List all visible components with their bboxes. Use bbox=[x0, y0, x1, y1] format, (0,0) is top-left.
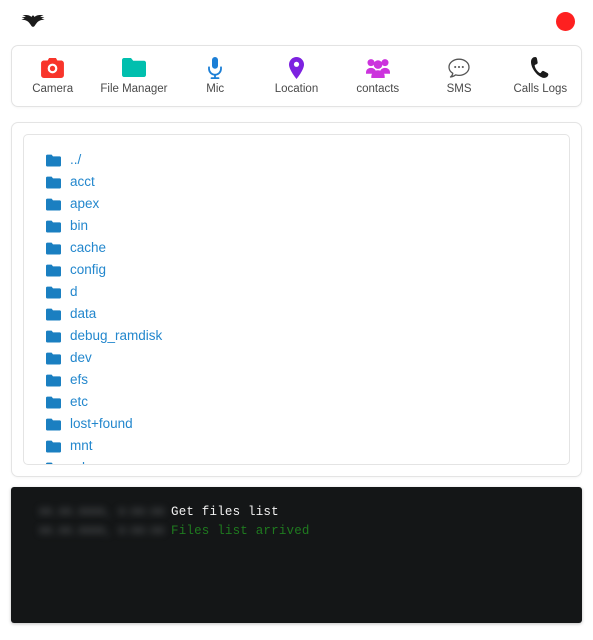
feature-nav-bar: Camera File Manager Mic Location contact… bbox=[11, 45, 582, 107]
nav-item-camera[interactable]: Camera bbox=[12, 46, 93, 106]
file-name: cache bbox=[70, 240, 107, 256]
map-pin-icon bbox=[288, 56, 304, 79]
bat-logo-icon bbox=[21, 15, 45, 27]
file-name: mnt bbox=[70, 438, 93, 454]
nav-label-contacts: contacts bbox=[356, 82, 400, 95]
folder-icon bbox=[46, 396, 61, 408]
folder-icon bbox=[46, 418, 61, 430]
folder-icon bbox=[46, 308, 61, 320]
folder-icon bbox=[46, 220, 61, 232]
folder-icon bbox=[46, 242, 61, 254]
folder-icon bbox=[46, 330, 61, 342]
nav-label-mic: Mic bbox=[206, 82, 225, 95]
file-name: debug_ramdisk bbox=[70, 328, 163, 344]
list-item[interactable]: odm bbox=[24, 457, 569, 464]
folder-icon bbox=[121, 57, 146, 79]
list-item[interactable]: efs bbox=[24, 369, 569, 391]
console-line: 00.00.0000, 0:00:00 Files list arrived bbox=[11, 524, 582, 543]
folder-icon bbox=[46, 286, 61, 298]
file-name: odm bbox=[70, 461, 96, 464]
console-log-panel[interactable]: 00.00.0000, 0:00:00 Get files list 00.00… bbox=[11, 487, 582, 623]
nav-label-camera: Camera bbox=[32, 82, 74, 95]
file-manager-card: ../ acct apex bin cache config d data de… bbox=[11, 122, 582, 477]
list-item[interactable]: config bbox=[24, 259, 569, 281]
list-item[interactable]: data bbox=[24, 303, 569, 325]
file-name: config bbox=[70, 262, 107, 278]
console-line: 00.00.0000, 0:00:00 Get files list bbox=[11, 505, 582, 524]
list-item[interactable]: etc bbox=[24, 391, 569, 413]
console-message: Files list arrived bbox=[171, 524, 310, 538]
file-name: data bbox=[70, 306, 97, 322]
list-item[interactable]: ../ bbox=[24, 149, 569, 171]
file-name: ../ bbox=[70, 152, 82, 168]
list-item[interactable]: cache bbox=[24, 237, 569, 259]
list-item[interactable]: debug_ramdisk bbox=[24, 325, 569, 347]
console-message: Get files list bbox=[171, 505, 279, 519]
list-item[interactable]: bin bbox=[24, 215, 569, 237]
folder-icon bbox=[46, 440, 61, 452]
folder-icon bbox=[46, 374, 61, 386]
console-timestamp: 00.00.0000, 0:00:00 bbox=[39, 507, 165, 519]
file-name: acct bbox=[70, 174, 95, 190]
file-name: lost+found bbox=[70, 416, 133, 432]
folder-icon bbox=[46, 198, 61, 210]
list-item[interactable]: dev bbox=[24, 347, 569, 369]
nav-label-location: Location bbox=[274, 82, 319, 95]
nav-item-file-manager[interactable]: File Manager bbox=[93, 46, 174, 106]
nav-label-sms: SMS bbox=[446, 82, 472, 95]
file-name: bin bbox=[70, 218, 89, 234]
list-item[interactable]: lost+found bbox=[24, 413, 569, 435]
file-name: apex bbox=[70, 196, 100, 212]
list-item[interactable]: mnt bbox=[24, 435, 569, 457]
nav-label-file-manager: File Manager bbox=[100, 82, 168, 95]
folder-icon bbox=[46, 462, 61, 464]
file-name: etc bbox=[70, 394, 89, 410]
phone-icon bbox=[531, 57, 549, 79]
contacts-icon bbox=[365, 57, 390, 79]
folder-icon bbox=[46, 352, 61, 364]
file-name: d bbox=[70, 284, 78, 300]
microphone-icon bbox=[208, 56, 223, 79]
folder-icon bbox=[46, 176, 61, 188]
sms-bubble-icon bbox=[448, 57, 470, 79]
top-bar bbox=[0, 0, 593, 42]
file-name: dev bbox=[70, 350, 92, 366]
record-dot-icon[interactable] bbox=[556, 11, 575, 31]
file-list-scroll-area[interactable]: ../ acct apex bin cache config d data de… bbox=[23, 134, 570, 465]
nav-item-location[interactable]: Location bbox=[256, 46, 337, 106]
folder-icon bbox=[46, 264, 61, 276]
brand-logo bbox=[18, 12, 48, 30]
camera-icon bbox=[41, 57, 65, 79]
nav-item-calls-logs[interactable]: Calls Logs bbox=[500, 46, 581, 106]
folder-icon bbox=[46, 154, 61, 166]
nav-item-sms[interactable]: SMS bbox=[418, 46, 499, 106]
nav-item-mic[interactable]: Mic bbox=[175, 46, 256, 106]
list-item[interactable]: acct bbox=[24, 171, 569, 193]
nav-label-calls-logs: Calls Logs bbox=[513, 82, 568, 95]
file-name: efs bbox=[70, 372, 89, 388]
list-item[interactable]: d bbox=[24, 281, 569, 303]
console-timestamp: 00.00.0000, 0:00:00 bbox=[39, 526, 165, 538]
nav-item-contacts[interactable]: contacts bbox=[337, 46, 418, 106]
list-item[interactable]: apex bbox=[24, 193, 569, 215]
